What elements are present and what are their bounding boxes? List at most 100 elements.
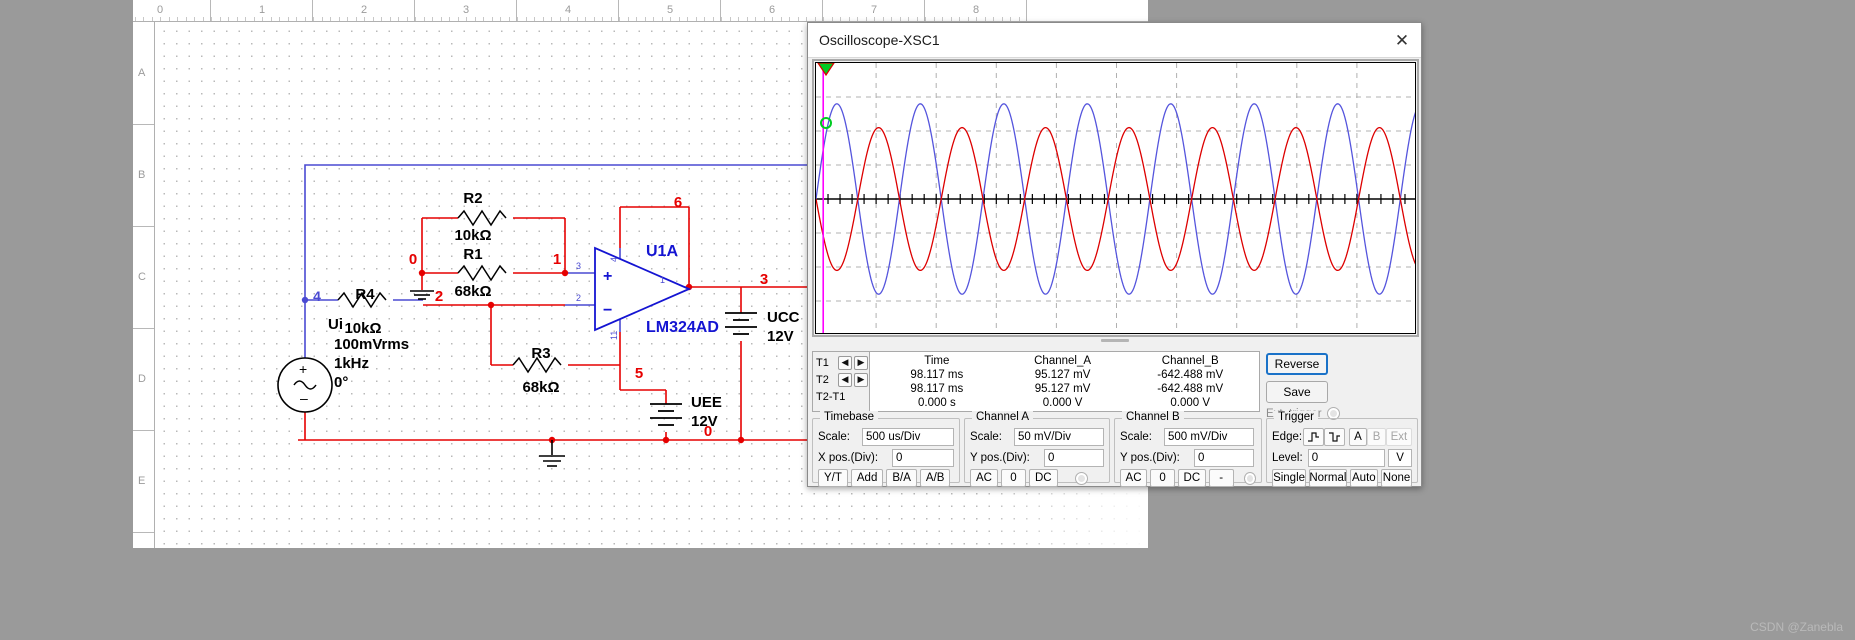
label-ucc-value: 12V bbox=[767, 328, 794, 345]
label-r4-ref: R4 bbox=[355, 286, 375, 303]
label-r2-value: 10kΩ bbox=[454, 227, 491, 244]
cursor-row-t1[interactable]: T1 ◀ ▶ bbox=[816, 354, 869, 371]
channel-b-scale-label: Scale: bbox=[1120, 430, 1152, 443]
save-button[interactable]: Save bbox=[1266, 381, 1328, 403]
cursor-selector-column[interactable]: T1 ◀ ▶ T2 ◀ ▶ T2-T1 bbox=[813, 352, 870, 411]
trigger-source-b-button[interactable]: B bbox=[1367, 427, 1386, 446]
panel-resize-handle[interactable] bbox=[1100, 339, 1129, 342]
channel-b-zero-button[interactable]: 0 bbox=[1150, 469, 1176, 487]
trigger-source-ext-button[interactable]: Ext bbox=[1385, 427, 1412, 446]
scope-screen-frame bbox=[812, 59, 1419, 337]
timebase-scale-input[interactable]: 500 us/Div bbox=[862, 427, 954, 446]
rising-edge-glyph bbox=[1307, 431, 1319, 442]
measurement-values-table: Time Channel_A Channel_B 98.117 ms 95.12… bbox=[870, 352, 1259, 411]
timebase-xpos-input[interactable]: 0 bbox=[892, 448, 954, 467]
node-label-5: 5 bbox=[635, 365, 643, 382]
mode-b-over-a-button[interactable]: B/A bbox=[886, 469, 917, 487]
channel-a-dc-button[interactable]: DC bbox=[1028, 469, 1058, 487]
svg-text:+: + bbox=[603, 268, 612, 285]
node-label-6: 6 bbox=[674, 194, 682, 211]
t1-time-value: 98.117 ms bbox=[910, 369, 964, 381]
channel-b-ypos-label: Y pos.(Div): bbox=[1120, 451, 1180, 464]
trigger-level-label: Level: bbox=[1272, 451, 1303, 464]
trigger-edge-row: Edge: A B Ext bbox=[1272, 427, 1412, 446]
header-time: Time bbox=[924, 354, 950, 367]
trigger-single-button[interactable]: Single bbox=[1272, 469, 1307, 487]
trigger-source-a-button[interactable]: A bbox=[1348, 427, 1368, 446]
trigger-level-unit[interactable]: V bbox=[1388, 448, 1412, 467]
measurement-header-row: Time Channel_A Channel_B bbox=[874, 353, 1255, 368]
channel-a-group: Channel A Scale: 50 mV/Div Y pos.(Div): … bbox=[964, 411, 1110, 487]
trigger-normal-button[interactable]: Normal bbox=[1309, 469, 1347, 487]
channel-a-ypos-label: Y pos.(Div): bbox=[970, 451, 1030, 464]
opamp-pin-noninv: 3 bbox=[576, 261, 581, 271]
channel-a-scale-input[interactable]: 50 mV/Div bbox=[1014, 427, 1104, 446]
scope-control-panel: Timebase Scale: 500 us/Div X pos.(Div): … bbox=[812, 411, 1419, 487]
channel-a-zero-button[interactable]: 0 bbox=[1000, 469, 1026, 487]
timebase-scale-row: Scale: 500 us/Div bbox=[818, 427, 954, 446]
table-row: 98.117 ms 95.127 mV -642.488 mV bbox=[874, 382, 1255, 396]
scope-title-bar[interactable]: Oscilloscope-XSC1 ✕ bbox=[808, 23, 1421, 58]
oscilloscope-window[interactable]: Oscilloscope-XSC1 ✕ T1 ◀ ▶ T2 ◀ ▶ T2-T1 … bbox=[807, 22, 1422, 487]
waveform-display[interactable] bbox=[815, 62, 1416, 334]
trigger-falling-edge-icon[interactable] bbox=[1323, 427, 1345, 446]
channel-b-minus-button[interactable]: - bbox=[1208, 469, 1234, 487]
falling-edge-glyph bbox=[1328, 431, 1340, 442]
label-r3-value: 68kΩ bbox=[522, 379, 559, 396]
t1-channel-a-value: 95.127 mV bbox=[1034, 369, 1091, 381]
channel-a-title: Channel A bbox=[972, 411, 1034, 423]
delta-channel-a-value: 0.000 V bbox=[1042, 397, 1083, 409]
opamp-pin-vcc: 4 bbox=[609, 257, 619, 262]
svg-text:+: + bbox=[299, 361, 307, 377]
mode-a-over-b-button[interactable]: A/B bbox=[919, 469, 951, 487]
delta-channel-b-value: 0.000 V bbox=[1170, 397, 1211, 409]
label-r1-value: 68kΩ bbox=[454, 283, 491, 300]
channel-a-ac-button[interactable]: AC bbox=[970, 469, 998, 487]
channel-b-scale-input[interactable]: 500 mV/Div bbox=[1164, 427, 1254, 446]
channel-a-ypos-input[interactable]: 0 bbox=[1044, 448, 1104, 467]
label-opamp-ref: U1A bbox=[646, 243, 678, 260]
t2-channel-b-value: -642.488 mV bbox=[1157, 383, 1224, 395]
label-source-amplitude: 100mVrms bbox=[334, 336, 409, 353]
timebase-mode-buttons: Y/T Add B/A A/B bbox=[818, 469, 954, 487]
table-row: 98.117 ms 95.127 mV -642.488 mV bbox=[874, 368, 1255, 382]
opamp-pin-vee: 11 bbox=[609, 331, 619, 340]
left-gray-margin bbox=[0, 0, 133, 640]
channel-b-ypos-input[interactable]: 0 bbox=[1194, 448, 1254, 467]
channel-b-dc-button[interactable]: DC bbox=[1178, 469, 1206, 487]
node-label-0b: 0 bbox=[704, 423, 712, 440]
channel-b-scale-row: Scale: 500 mV/Div bbox=[1120, 427, 1256, 446]
reverse-button[interactable]: Reverse bbox=[1266, 353, 1328, 375]
mode-yt-button[interactable]: Y/T bbox=[818, 469, 848, 487]
cursor-row-t2[interactable]: T2 ◀ ▶ bbox=[816, 371, 869, 388]
trigger-none-button[interactable]: None bbox=[1381, 469, 1412, 487]
label-r2-ref: R2 bbox=[463, 190, 482, 207]
channel-a-scale-row: Scale: 50 mV/Div bbox=[970, 427, 1104, 446]
close-icon[interactable]: ✕ bbox=[1389, 28, 1415, 53]
channel-a-terminal-icon[interactable] bbox=[1074, 471, 1088, 485]
cursor-t2-label: T2 bbox=[816, 373, 829, 386]
trigger-auto-button[interactable]: Auto bbox=[1349, 469, 1379, 487]
mode-add-button[interactable]: Add bbox=[850, 469, 884, 487]
trigger-rising-edge-icon[interactable] bbox=[1302, 427, 1324, 446]
header-channel-a: Channel_A bbox=[1034, 354, 1092, 367]
trigger-edge-label: Edge: bbox=[1272, 430, 1303, 443]
cursor-t2-right-arrow-icon[interactable]: ▶ bbox=[854, 372, 868, 387]
cursor-t1-right-arrow-icon[interactable]: ▶ bbox=[854, 355, 868, 370]
timebase-group: Timebase Scale: 500 us/Div X pos.(Div): … bbox=[812, 411, 960, 487]
trigger-level-input[interactable]: 0 bbox=[1307, 448, 1386, 467]
opamp-pin-out: 1 bbox=[660, 275, 665, 285]
label-source-phase: 0° bbox=[334, 374, 348, 391]
cursor-t2-left-arrow-icon[interactable]: ◀ bbox=[838, 372, 852, 387]
channel-b-terminal-icon[interactable] bbox=[1243, 471, 1256, 485]
node-label-4: 4 bbox=[313, 288, 321, 304]
channel-a-scale-label: Scale: bbox=[970, 430, 1002, 443]
t1-channel-b-value: -642.488 mV bbox=[1157, 369, 1224, 381]
channel-b-ac-button[interactable]: AC bbox=[1120, 469, 1148, 487]
channel-a-coupling-buttons: AC 0 DC bbox=[970, 469, 1104, 487]
channel-b-ypos-row: Y pos.(Div): 0 bbox=[1120, 448, 1256, 467]
waveform-svg bbox=[816, 63, 1415, 333]
timebase-title: Timebase bbox=[820, 411, 879, 423]
cursor-measurement-panel: T1 ◀ ▶ T2 ◀ ▶ T2-T1 Time Channel_A Chann… bbox=[812, 351, 1260, 412]
cursor-t1-left-arrow-icon[interactable]: ◀ bbox=[838, 355, 852, 370]
